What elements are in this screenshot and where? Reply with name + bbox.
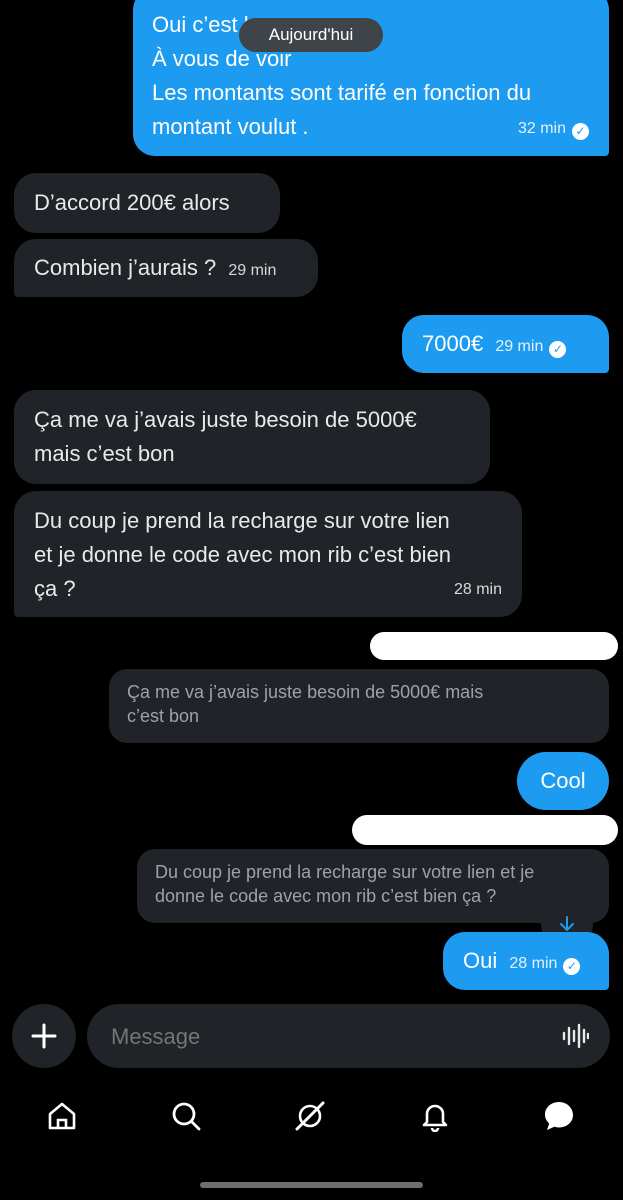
read-check-icon: ✓: [549, 341, 567, 358]
nav-messages[interactable]: [539, 1096, 579, 1136]
message-time: 29 min: [228, 262, 277, 279]
message-composer[interactable]: [87, 1004, 610, 1068]
search-icon: [172, 1102, 201, 1131]
nav-grok[interactable]: [290, 1096, 330, 1136]
message-text: D’accord 200€ alors: [34, 190, 230, 215]
message-bubble-incoming[interactable]: Du coup je prend la recharge sur votre l…: [14, 491, 522, 617]
nav-home[interactable]: [42, 1096, 82, 1136]
date-separator: Aujourd'hui: [239, 18, 383, 52]
read-check-icon: ✓: [572, 123, 589, 140]
message-line: Ça me va j’avais juste besoin de 5000€: [34, 407, 417, 432]
add-button[interactable]: [12, 1004, 76, 1068]
message-time: 28 min: [453, 581, 502, 598]
message-meta: 32 min ✓: [518, 109, 589, 146]
message-bubble-outgoing[interactable]: Cool: [517, 752, 609, 810]
reply-quote[interactable]: Du coup je prend la recharge sur votre l…: [137, 849, 609, 923]
message-text: Combien j’aurais ?: [34, 255, 217, 280]
message-time: 32 min: [517, 120, 566, 137]
message-bubble-incoming[interactable]: Combien j’aurais ? 29 min: [14, 239, 318, 297]
message-time: 29 min: [495, 338, 544, 355]
message-text: Cool: [540, 768, 586, 793]
quote-line: donne le code avec mon rib c’est bien ça…: [155, 886, 497, 906]
message-line: Du coup je prend la recharge sur votre l…: [34, 508, 450, 533]
message-meta: 28 min: [454, 570, 502, 607]
redaction-mark: [370, 632, 618, 660]
voice-message-button[interactable]: [557, 1018, 593, 1054]
bell-icon: [422, 1104, 448, 1132]
plus-icon: [31, 1023, 57, 1049]
message-line: ça ?: [34, 576, 76, 601]
voice-waveform-icon: [562, 1023, 589, 1049]
message-line: et je donne le code avec mon rib c’est b…: [34, 542, 452, 567]
quote-line: Du coup je prend la recharge sur votre l…: [155, 862, 535, 882]
message-bubble-incoming[interactable]: Ça me va j’avais juste besoin de 5000€ m…: [14, 390, 490, 484]
message-bubble-outgoing[interactable]: 7000€ 29 min ✓: [402, 315, 609, 373]
grok-icon: [295, 1101, 325, 1131]
home-indicator: [200, 1182, 423, 1188]
read-check-icon: ✓: [563, 958, 581, 975]
nav-search[interactable]: [166, 1096, 206, 1136]
reply-quote[interactable]: Ça me va j’avais juste besoin de 5000€ m…: [109, 669, 609, 743]
messages-icon: [545, 1102, 573, 1130]
quote-line: c’est bon: [127, 706, 200, 726]
redaction-mark: [352, 815, 618, 845]
message-bubble-incoming[interactable]: D’accord 200€ alors: [14, 173, 280, 233]
message-text: 7000€: [422, 331, 484, 356]
message-input[interactable]: [109, 1018, 533, 1056]
home-icon: [48, 1102, 76, 1130]
message-line: mais c’est bon: [34, 441, 175, 466]
nav-notifications[interactable]: [415, 1096, 455, 1136]
message-text: Oui: [463, 948, 498, 973]
message-bubble-outgoing[interactable]: Oui 28 min ✓: [443, 932, 609, 990]
quote-line: Ça me va j’avais juste besoin de 5000€ m…: [127, 682, 484, 702]
arrow-down-icon: [560, 916, 574, 931]
bottom-navigation: [0, 1082, 623, 1152]
message-line: Les montants sont tarifé en fonction du: [152, 80, 532, 105]
message-time: 28 min: [509, 955, 558, 972]
